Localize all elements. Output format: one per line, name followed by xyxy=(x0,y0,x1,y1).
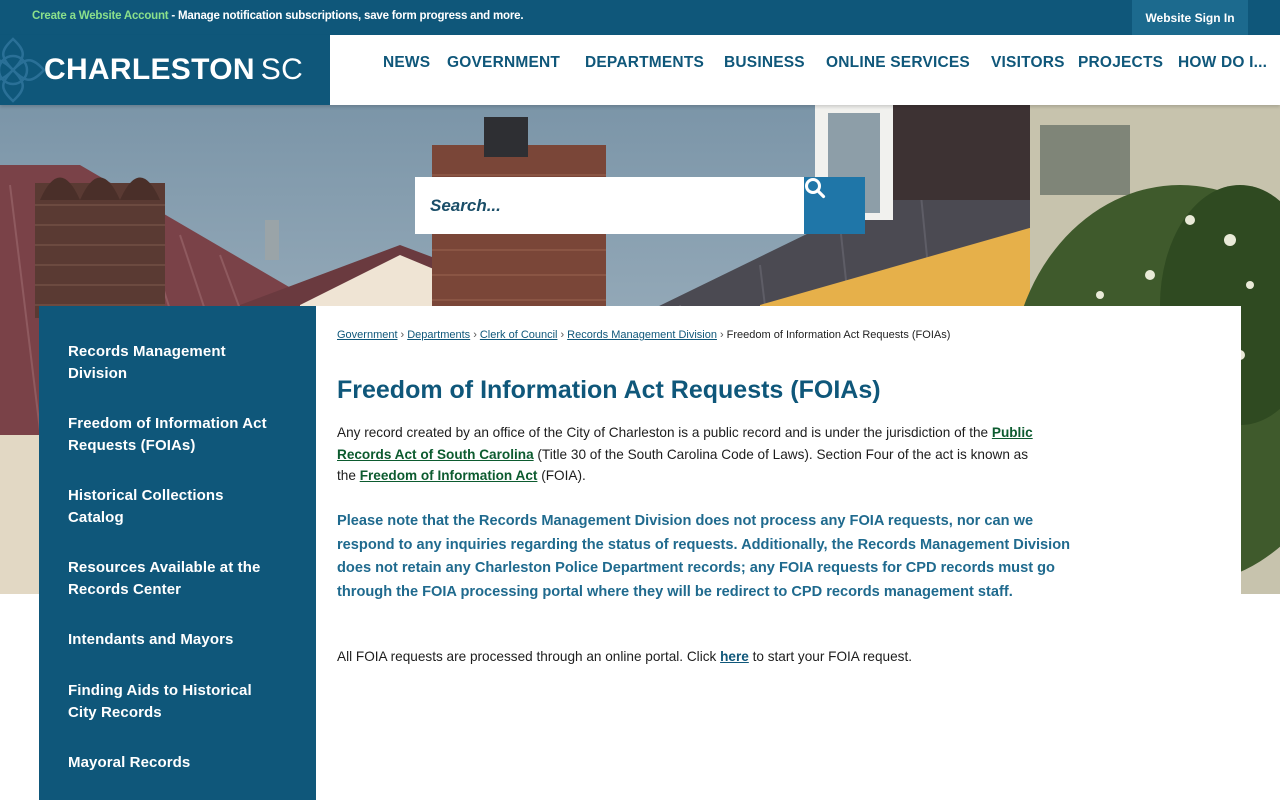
sidebar-item-finding-aids[interactable]: Finding Aids to Historical City Records xyxy=(68,680,278,724)
search-button[interactable] xyxy=(804,177,865,234)
search-input[interactable] xyxy=(415,177,804,234)
logo-suffix: SC xyxy=(260,53,304,86)
breadcrumb-separator: › xyxy=(400,329,405,341)
portal-paragraph: All FOIA requests are processed through … xyxy=(337,646,1047,668)
portal-text-2: to start your FOIA request. xyxy=(748,649,913,664)
breadcrumb-current: Freedom of Information Act Requests (FOI… xyxy=(726,329,951,341)
sidebar-item-historical-collections[interactable]: Historical Collections Catalog xyxy=(68,485,278,529)
logo-name: CHARLESTON xyxy=(44,53,255,86)
section-sidebar: Records Management Division Freedom of I… xyxy=(39,306,316,800)
foia-notice: Please note that the Records Management … xyxy=(337,513,1071,600)
nav-item-online-services[interactable]: ONLINE SERVICES xyxy=(826,54,970,72)
website-sign-in-button[interactable]: Website Sign In xyxy=(1132,0,1248,35)
page-title: Freedom of Information Act Requests (FOI… xyxy=(337,376,881,404)
breadcrumb-separator: › xyxy=(473,329,477,341)
nav-item-news[interactable]: NEWS xyxy=(383,54,430,72)
site-logo[interactable]: CHARLESTON SC xyxy=(0,35,330,105)
search-icon xyxy=(805,178,826,199)
breadcrumb-records-management[interactable]: Records Management Division xyxy=(567,329,717,341)
breadcrumb-separator: › xyxy=(719,329,724,341)
nav-item-departments[interactable]: DEPARTMENTS xyxy=(585,54,704,72)
sidebar-item-foia-requests[interactable]: Freedom of Information Act Requests (FOI… xyxy=(68,413,278,457)
nav-item-visitors[interactable]: VISITORS xyxy=(991,54,1065,72)
intro-text-1: Any record created by an office of the C… xyxy=(337,425,992,440)
nav-item-government[interactable]: GOVERNMENT xyxy=(447,54,560,72)
nav-item-how-do-i[interactable]: HOW DO I... xyxy=(1178,54,1267,72)
create-account-link[interactable]: Create a Website Account xyxy=(32,10,169,22)
logo-ornament-icon xyxy=(0,37,46,103)
breadcrumb: Government › Departments › Clerk of Council ›… xyxy=(337,329,950,341)
sidebar-item-records-management[interactable]: Records Management Division xyxy=(68,341,278,385)
sidebar-item-mayoral-records[interactable]: Mayoral Records xyxy=(68,752,278,774)
breadcrumb-clerk-of-council[interactable]: Clerk of Council xyxy=(480,329,558,341)
breadcrumb-government[interactable]: Government xyxy=(337,329,398,341)
foia-portal-link[interactable]: here xyxy=(720,649,749,664)
sidebar-item-resources-records-center[interactable]: Resources Available at the Records Cente… xyxy=(68,557,278,601)
logo-wordmark: CHARLESTON SC xyxy=(44,53,303,87)
breadcrumb-departments[interactable]: Departments xyxy=(407,329,470,341)
site-header: CHARLESTON SC NEWS GOVERNMENT DEPARTMENTS… xyxy=(0,35,1280,105)
intro-text-3: (FOIA). xyxy=(537,468,586,483)
main-content: Government › Departments › Clerk of Council ›… xyxy=(316,306,1241,800)
site-search xyxy=(415,177,865,234)
freedom-of-information-act-link[interactable]: Freedom of Information Act xyxy=(360,468,538,483)
nav-item-business[interactable]: BUSINESS xyxy=(724,54,805,72)
account-message-text: - Manage notification subscriptions, sav… xyxy=(168,10,524,22)
sidebar-item-intendants-mayors[interactable]: Intendants and Mayors xyxy=(68,629,278,651)
account-message: Create a Website Account - Manage notifi… xyxy=(32,10,524,22)
nav-item-projects[interactable]: PROJECTS xyxy=(1078,54,1163,72)
breadcrumb-separator: › xyxy=(560,329,565,341)
intro-paragraph: Any record created by an office of the C… xyxy=(337,422,1047,487)
portal-text-1: All FOIA requests are processed through … xyxy=(337,649,721,664)
top-utility-bar: Create a Website Account - Manage notifi… xyxy=(0,0,1280,35)
